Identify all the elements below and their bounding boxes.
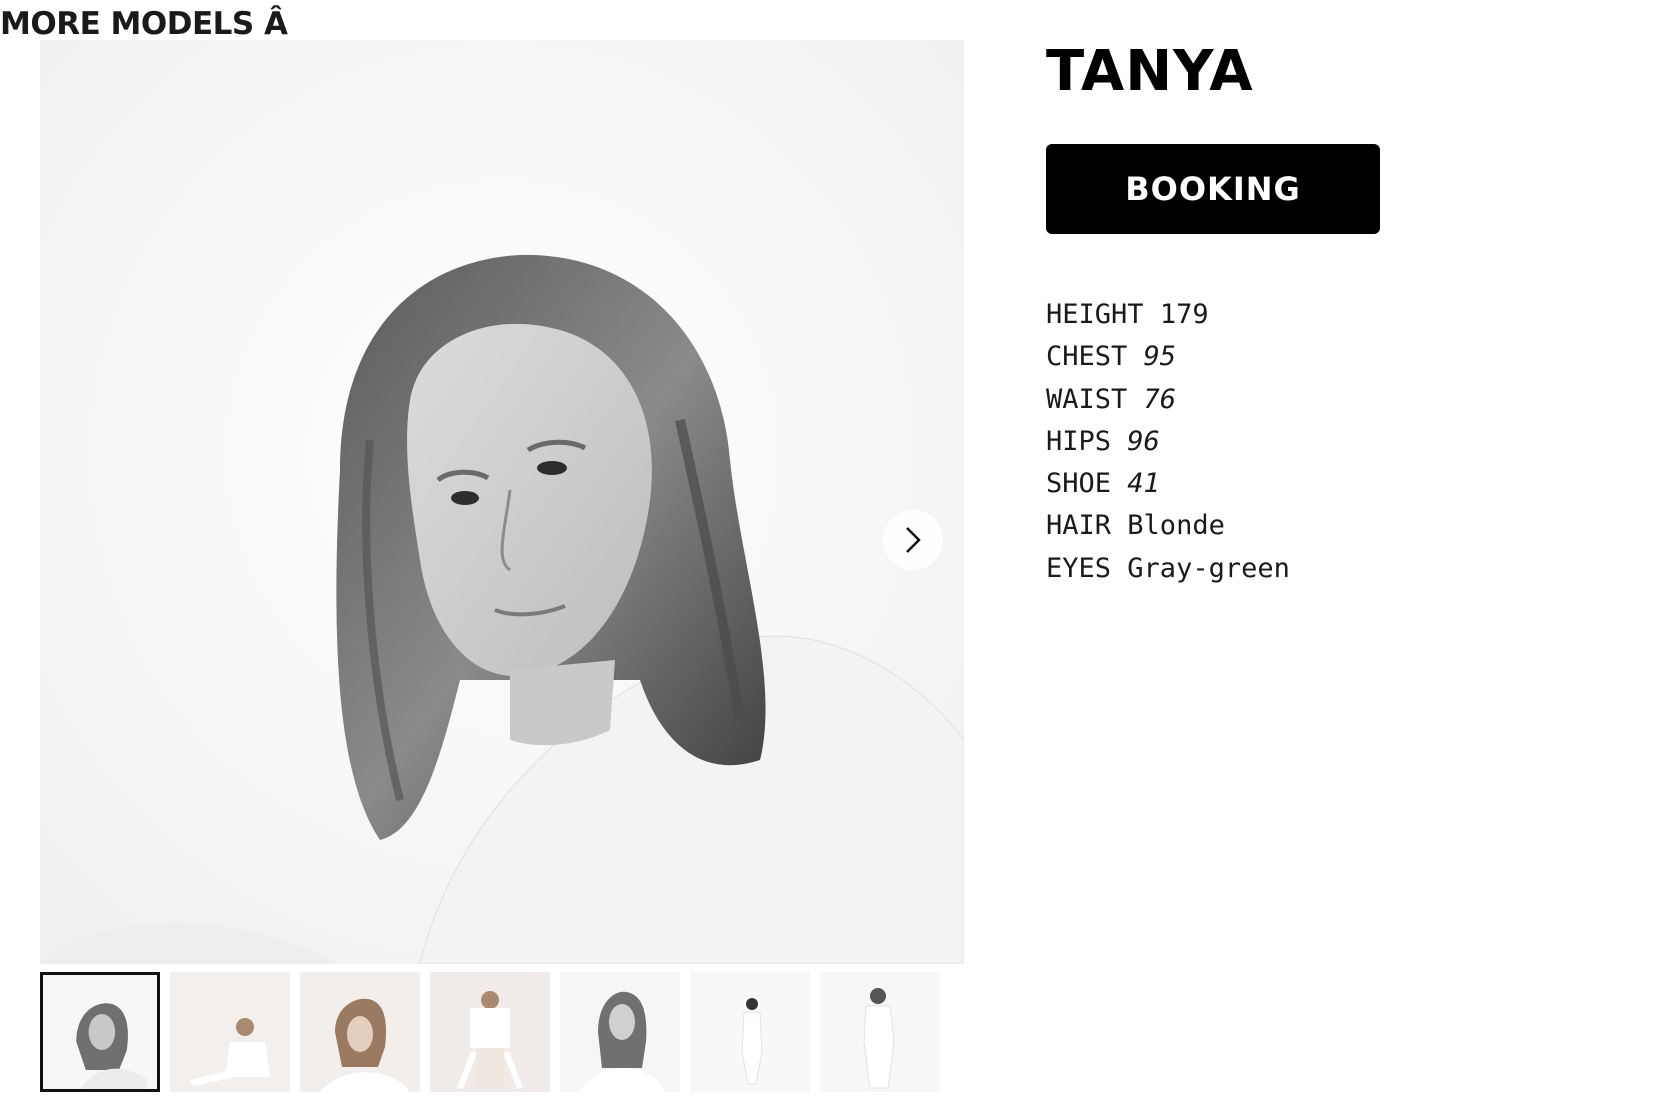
thumbnail-3[interactable]	[300, 972, 420, 1092]
thumbnail-image	[820, 972, 940, 1092]
spec-chest: CHEST 95	[1046, 336, 1290, 378]
next-photo-button[interactable]	[883, 510, 943, 570]
thumbnail-image	[43, 975, 157, 1089]
spec-eyes: EYES Gray-green	[1046, 548, 1290, 590]
thumbnail-image	[690, 972, 810, 1092]
thumbnail-image	[170, 972, 290, 1092]
spec-label: HIPS	[1046, 425, 1112, 457]
thumbnail-image	[560, 972, 680, 1092]
thumbnail-2[interactable]	[170, 972, 290, 1092]
spec-value: Blonde	[1127, 510, 1225, 542]
spec-label: EYES	[1046, 552, 1112, 584]
more-models-link[interactable]: MORE MODELS Â	[0, 4, 288, 44]
spec-value: 96	[1127, 425, 1160, 457]
model-name: TANYA	[1046, 39, 1254, 104]
thumbnail-strip	[40, 972, 944, 1092]
thumbnail-7[interactable]	[820, 972, 940, 1092]
thumbnail-6[interactable]	[690, 972, 810, 1092]
spec-value: Gray-green	[1127, 552, 1290, 584]
portrait-image	[40, 40, 964, 964]
spec-label: HEIGHT	[1046, 299, 1144, 330]
thumbnail-image	[430, 972, 550, 1092]
thumbnail-1[interactable]	[40, 972, 160, 1092]
thumbnail-image	[300, 972, 420, 1092]
spec-waist: WAIST 76	[1046, 379, 1290, 421]
booking-button[interactable]: BOOKING	[1046, 144, 1380, 234]
spec-shoe: SHOE 41	[1046, 463, 1290, 505]
thumbnail-5[interactable]	[560, 972, 680, 1092]
spec-label: CHEST	[1046, 341, 1128, 373]
spec-value: 41	[1127, 468, 1160, 500]
spec-label: HAIR	[1046, 510, 1112, 542]
spec-value: 95	[1143, 341, 1177, 373]
spec-label: WAIST	[1046, 383, 1128, 415]
spec-value: 76	[1143, 383, 1177, 415]
chevron-right-icon	[902, 525, 924, 555]
main-photo	[40, 40, 964, 964]
spec-hips: HIPS 96	[1046, 421, 1290, 463]
spec-label: SHOE	[1046, 468, 1112, 500]
model-measurements: HEIGHT 179 CHEST 95 WAIST 76 HIPS 96 SHO…	[1046, 294, 1290, 590]
spec-value: 179	[1159, 299, 1209, 330]
model-profile-page: MORE MODELS Â TANYA BOOKING HEIGHT 179 C…	[0, 0, 1657, 1105]
thumbnail-4[interactable]	[430, 972, 550, 1092]
spec-hair: HAIR Blonde	[1046, 505, 1290, 547]
spec-height: HEIGHT 179	[1046, 294, 1290, 336]
